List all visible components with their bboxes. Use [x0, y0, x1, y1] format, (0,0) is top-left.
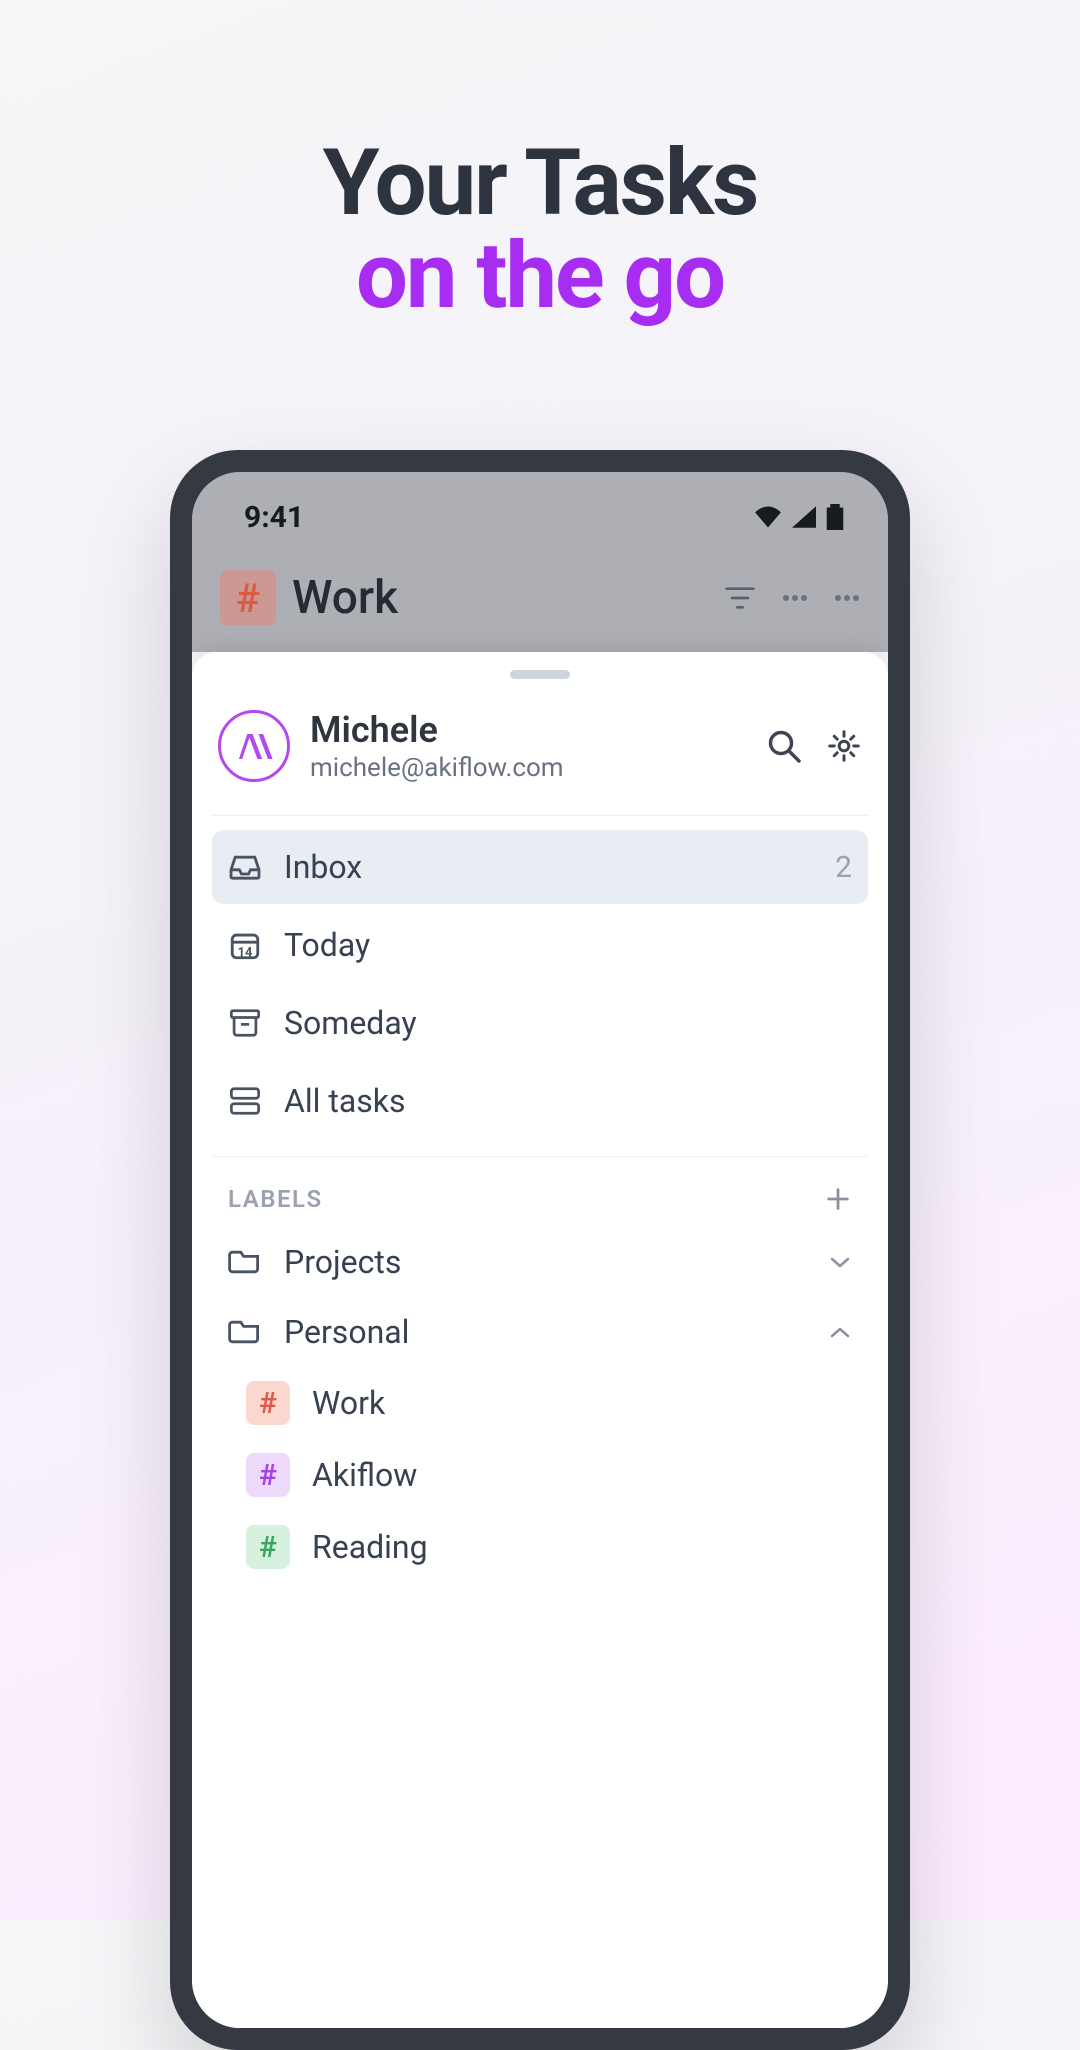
- status-icons: [754, 504, 844, 530]
- nav-count: 2: [835, 850, 852, 885]
- hash-icon: #: [246, 1381, 290, 1425]
- labels-title: LABELS: [228, 1185, 323, 1213]
- tag-label: Work: [312, 1384, 385, 1422]
- chevron-up-icon: [828, 1324, 852, 1340]
- folder-label: Personal: [284, 1313, 409, 1351]
- folder-icon: [228, 1318, 262, 1346]
- headline-line2: on the go: [0, 223, 1080, 330]
- more-icon[interactable]: [782, 594, 808, 602]
- more-icon-2[interactable]: [834, 594, 860, 602]
- tag-reading[interactable]: # Reading: [218, 1511, 862, 1583]
- labels-section: LABELS Projects: [212, 1156, 868, 1583]
- avatar-glyph: /\\: [239, 727, 269, 765]
- nav-label: Someday: [284, 1004, 417, 1042]
- tag-work[interactable]: # Work: [218, 1367, 862, 1439]
- inbox-icon: [228, 850, 262, 884]
- tag-label: Akiflow: [312, 1456, 417, 1494]
- nav-label: All tasks: [284, 1082, 406, 1120]
- tag-akiflow[interactable]: # Akiflow: [218, 1439, 862, 1511]
- tag-label: Reading: [312, 1528, 428, 1566]
- device-frame: 9:41 # Work: [170, 450, 910, 2050]
- profile-name: Michele: [310, 709, 746, 751]
- folder-personal[interactable]: Personal: [218, 1297, 862, 1367]
- headline-line1: Your Tasks: [0, 130, 1080, 237]
- add-label-icon[interactable]: [824, 1185, 852, 1213]
- nav-today[interactable]: 14 Today: [212, 908, 868, 982]
- app-header: # Work: [192, 544, 888, 656]
- svg-text:14: 14: [238, 945, 253, 960]
- device-screen: 9:41 # Work: [192, 472, 888, 2028]
- drag-handle[interactable]: [510, 670, 570, 679]
- cellular-icon: [792, 506, 816, 528]
- nav-label: Inbox: [284, 848, 362, 886]
- nav-inbox[interactable]: Inbox 2: [212, 830, 868, 904]
- nav-label: Today: [284, 926, 370, 964]
- nav-alltasks[interactable]: All tasks: [212, 1064, 868, 1138]
- wifi-icon: [754, 506, 782, 528]
- folder-projects[interactable]: Projects: [218, 1227, 862, 1297]
- profile-email: michele@akiflow.com: [310, 753, 746, 783]
- hash-icon: #: [246, 1525, 290, 1569]
- avatar[interactable]: /\\: [218, 710, 290, 782]
- search-icon[interactable]: [766, 728, 802, 764]
- nav-someday[interactable]: Someday: [212, 986, 868, 1060]
- hash-icon: #: [246, 1453, 290, 1497]
- profile-row: /\\ Michele michele@akiflow.com: [212, 705, 868, 816]
- context-tag-icon: #: [220, 570, 276, 626]
- settings-icon[interactable]: [826, 728, 862, 764]
- filter-icon[interactable]: [724, 586, 756, 610]
- calendar-icon: 14: [228, 928, 262, 962]
- navigation-sheet: /\\ Michele michele@akiflow.com: [192, 652, 888, 2028]
- chevron-down-icon: [828, 1254, 852, 1270]
- folder-icon: [228, 1248, 262, 1276]
- status-time: 9:41: [244, 500, 304, 535]
- battery-icon: [826, 504, 844, 530]
- folder-label: Projects: [284, 1243, 401, 1281]
- marketing-headline: Your Tasks on the go: [0, 0, 1080, 330]
- status-bar: 9:41: [192, 472, 888, 544]
- list-icon: [228, 1084, 262, 1118]
- archive-icon: [228, 1006, 262, 1040]
- context-title: Work: [292, 571, 708, 625]
